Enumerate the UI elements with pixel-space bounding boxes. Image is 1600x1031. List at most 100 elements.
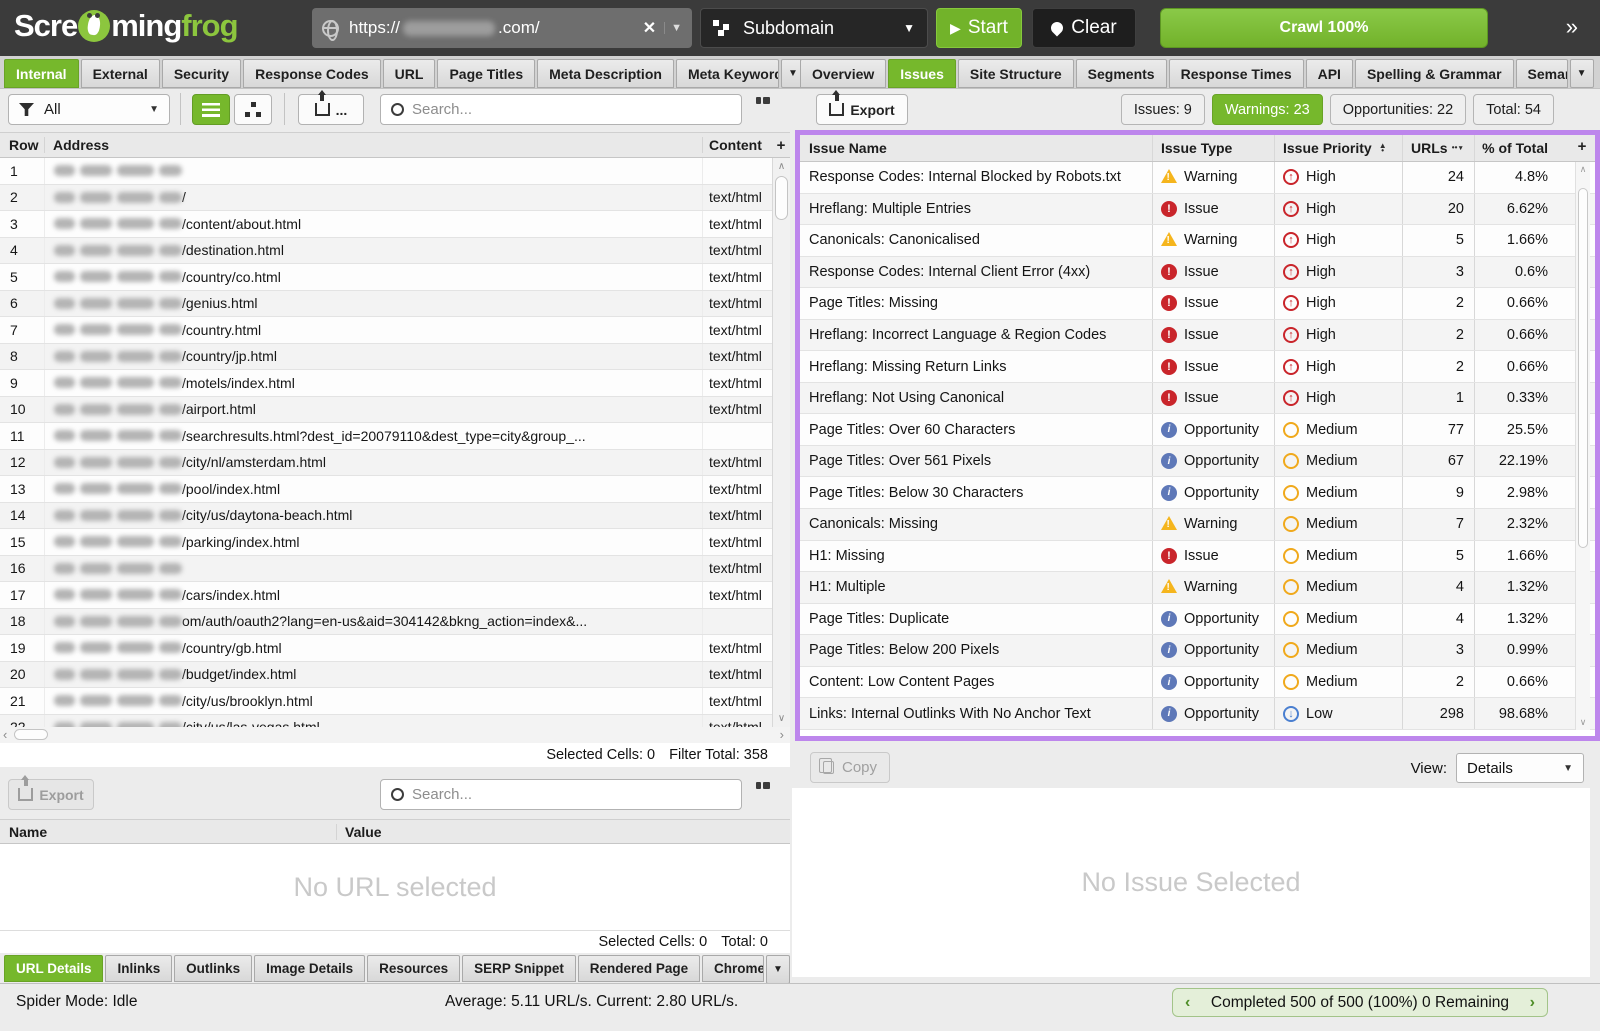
address-table-row[interactable]: 9 /motels/index.html text/html (0, 370, 772, 397)
address-table-row[interactable]: 1 (0, 158, 772, 185)
address-table-row[interactable]: 22 /city/us/las-vegas.html text/html (0, 715, 772, 728)
tab-url[interactable]: URL (383, 59, 436, 88)
issue-row[interactable]: Page Titles: Over 60 Characters Opportun… (800, 414, 1595, 446)
issue-row[interactable]: Hreflang: Missing Return Links Issue Hig… (800, 351, 1595, 383)
scrollbar-thumb[interactable] (1578, 188, 1588, 548)
tab-segments[interactable]: Segments (1076, 59, 1167, 88)
vertical-scrollbar[interactable]: ∧ ∨ (772, 158, 790, 727)
column-header-pct-of-total[interactable]: % of Total (1474, 135, 1558, 161)
tab-response-codes[interactable]: Response Codes (243, 59, 381, 88)
tab-issues[interactable]: Issues (888, 59, 956, 88)
badge-issues[interactable]: Issues: 9 (1121, 94, 1205, 125)
tab-overview[interactable]: Overview (800, 59, 886, 88)
issues-export-button[interactable]: Export (816, 94, 908, 125)
issue-row[interactable]: Content: Low Content Pages Opportunity M… (800, 667, 1595, 699)
tab-internal[interactable]: Internal (4, 59, 79, 88)
issue-row[interactable]: Page Titles: Missing Issue High 2 0.66% (800, 288, 1595, 320)
issue-row[interactable]: Canonicals: Canonicalised Warning High 5… (800, 225, 1595, 257)
tab-external[interactable]: External (81, 59, 160, 88)
issue-row[interactable]: H1: Missing Issue Medium 5 1.66% (800, 541, 1595, 573)
badge-total[interactable]: Total: 54 (1473, 94, 1554, 125)
issue-row[interactable]: Hreflang: Not Using Canonical Issue High… (800, 383, 1595, 415)
tab-outlinks[interactable]: Outlinks (174, 955, 252, 982)
crawl-mode-dropdown[interactable]: Subdomain ▼ (700, 8, 928, 48)
vertical-scrollbar[interactable]: ∧ ∨ (1575, 162, 1590, 730)
address-table-row[interactable]: 16 text/html (0, 556, 772, 583)
address-table-row[interactable]: 14 /city/us/daytona-beach.html text/html (0, 503, 772, 530)
url-history-dropdown-icon[interactable]: ▼ (664, 22, 682, 34)
scroll-left-icon[interactable]: ‹ (3, 727, 7, 742)
issue-row[interactable]: Page Titles: Over 561 Pixels Opportunity… (800, 446, 1595, 478)
tab-semantics[interactable]: Semantics (1516, 59, 1568, 88)
chevron-right-icon[interactable]: › (1530, 994, 1535, 1012)
add-column-button[interactable]: + (1574, 138, 1590, 155)
address-table-row[interactable]: 8 /country/jp.html text/html (0, 344, 772, 371)
address-table-row[interactable]: 17 /cars/index.html text/html (0, 582, 772, 609)
tab-serp-snippet[interactable]: SERP Snippet (462, 955, 576, 982)
add-column-button[interactable]: + (772, 137, 790, 154)
address-table-row[interactable]: 12 /city/nl/amsterdam.html text/html (0, 450, 772, 477)
tab-chrome[interactable]: Chrome (702, 955, 764, 982)
clear-button[interactable]: Clear (1032, 8, 1136, 48)
address-table-row[interactable]: 15 /parking/index.html text/html (0, 529, 772, 556)
tab-overflow-button[interactable]: ▼ (1570, 59, 1594, 88)
tree-view-button[interactable] (234, 94, 272, 125)
scrollbar-thumb[interactable] (14, 729, 48, 740)
tab-api[interactable]: API (1306, 59, 1353, 88)
column-header-value[interactable]: Value (336, 824, 790, 840)
column-header-issue-name[interactable]: Issue Name (800, 140, 1152, 156)
tab-page-titles[interactable]: Page Titles (437, 59, 535, 88)
column-header-name[interactable]: Name (0, 824, 336, 840)
tab-rendered-page[interactable]: Rendered Page (578, 955, 700, 982)
export-button-disabled[interactable]: Export (8, 779, 94, 810)
tab-security[interactable]: Security (162, 59, 241, 88)
issue-row[interactable]: H1: Multiple Warning Medium 4 1.32% (800, 572, 1595, 604)
issue-row[interactable]: Canonicals: Missing Warning Medium 7 2.3… (800, 509, 1595, 541)
filter-sliders-icon[interactable] (752, 784, 772, 804)
badge-opportunities[interactable]: Opportunities: 22 (1330, 94, 1466, 125)
badge-warnings[interactable]: Warnings: 23 (1212, 94, 1323, 125)
url-input[interactable]: https:// .com/ ✕ ▼ (312, 8, 692, 48)
issue-row[interactable]: Hreflang: Incorrect Language & Region Co… (800, 320, 1595, 352)
expand-chevrons-icon[interactable]: » (1566, 14, 1578, 40)
issue-row[interactable]: Page Titles: Duplicate Opportunity Mediu… (800, 604, 1595, 636)
scrollbar-thumb[interactable] (775, 176, 788, 220)
chevron-left-icon[interactable]: ‹ (1185, 994, 1190, 1012)
scroll-right-icon[interactable]: › (780, 727, 784, 742)
issue-row[interactable]: Page Titles: Below 30 Characters Opportu… (800, 477, 1595, 509)
address-table-row[interactable]: 11 /searchresults.html?dest_id=20079110&… (0, 423, 772, 450)
issue-row[interactable]: Response Codes: Internal Client Error (4… (800, 257, 1595, 289)
tab-spelling-grammar[interactable]: Spelling & Grammar (1355, 59, 1514, 88)
column-header-issue-priority[interactable]: Issue Priority ▲• (1274, 135, 1402, 161)
tab-url-details[interactable]: URL Details (4, 955, 103, 982)
horizontal-scrollbar[interactable]: ‹ › (0, 727, 790, 743)
column-header-row[interactable]: Row (0, 137, 44, 153)
tab-response-times[interactable]: Response Times (1169, 59, 1304, 88)
address-table-row[interactable]: 5 /country/co.html text/html (0, 264, 772, 291)
copy-button[interactable]: Copy (810, 752, 890, 783)
tab-image-details[interactable]: Image Details (254, 955, 365, 982)
address-table-row[interactable]: 18 om/auth/oauth2?lang=en-us&aid=304142&… (0, 609, 772, 636)
tab-meta-description[interactable]: Meta Description (537, 59, 674, 88)
start-button[interactable]: ▶ Start (936, 8, 1022, 48)
column-header-address[interactable]: Address (44, 137, 702, 153)
address-table-row[interactable]: 3 /content/about.html text/html (0, 211, 772, 238)
details-search-input[interactable] (412, 786, 731, 803)
tab-resources[interactable]: Resources (367, 955, 460, 982)
address-table-row[interactable]: 2 / text/html (0, 185, 772, 212)
address-table-row[interactable]: 6 /genius.html text/html (0, 291, 772, 318)
view-dropdown[interactable]: Details ▼ (1456, 753, 1584, 783)
issue-row[interactable]: Hreflang: Multiple Entries Issue High 20… (800, 194, 1595, 226)
tab-site-structure[interactable]: Site Structure (958, 59, 1074, 88)
address-table-row[interactable]: 20 /budget/index.html text/html (0, 662, 772, 689)
column-header-content[interactable]: Content (702, 137, 772, 153)
scroll-up-icon[interactable]: ∧ (773, 161, 790, 172)
filter-dropdown[interactable]: All ▼ (8, 94, 170, 125)
search-input[interactable] (412, 101, 731, 118)
issue-row[interactable]: Response Codes: Internal Blocked by Robo… (800, 162, 1595, 194)
filter-sliders-icon[interactable] (752, 99, 772, 119)
scroll-up-icon[interactable]: ∧ (1576, 164, 1590, 175)
address-table-row[interactable]: 19 /country/gb.html text/html (0, 635, 772, 662)
scroll-down-icon[interactable]: ∨ (773, 713, 790, 724)
export-button[interactable]: ... (298, 94, 364, 125)
